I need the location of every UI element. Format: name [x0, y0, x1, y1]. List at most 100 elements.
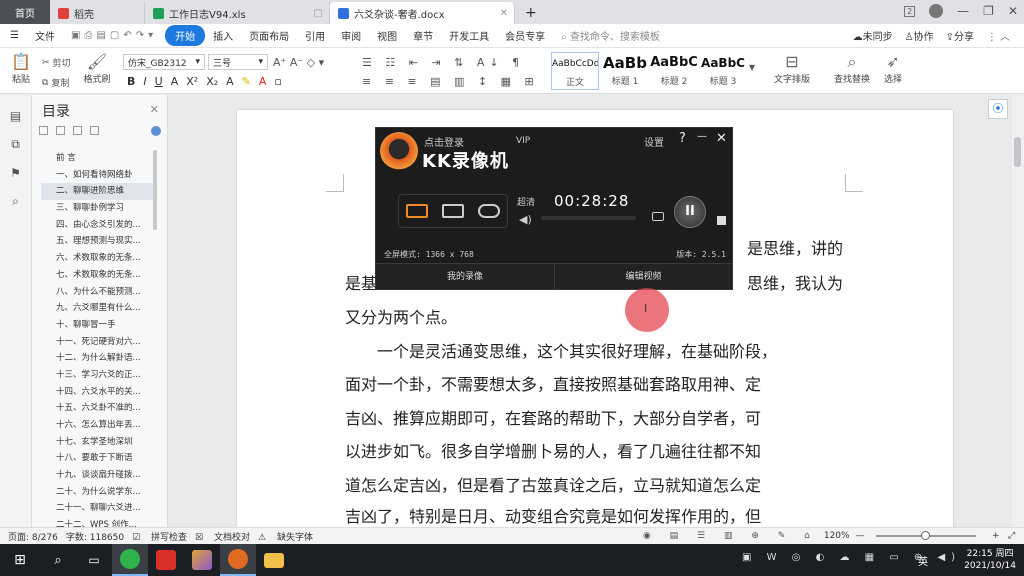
location-pin-icon[interactable]: ⦿	[988, 99, 1008, 119]
select-button[interactable]: ➶ 选择	[878, 52, 908, 85]
format-painter-button[interactable]: 🖌 格式刷	[82, 52, 112, 85]
doc-check-button[interactable]: ☒ 文档校对	[195, 530, 250, 543]
toc-item[interactable]: 四、由心念爻引发的...	[41, 217, 153, 234]
toc-item[interactable]: 前 言	[41, 150, 153, 167]
text-layout-button[interactable]: ⊟ 文字排版	[768, 52, 816, 85]
toc-item[interactable]: 十三、学习六爻的正...	[41, 367, 153, 384]
search-command[interactable]: ⌕ 查找命令、搜索模板	[553, 28, 668, 43]
close-icon[interactable]: ✕	[1008, 4, 1018, 18]
tab-daoke[interactable]: 稻壳	[50, 2, 145, 24]
toc-item[interactable]: 三、聊聊卦例学习	[41, 200, 153, 217]
toc-item[interactable]: 六、术数取象的无条...	[41, 250, 153, 267]
window-count-badge[interactable]: 2	[904, 5, 916, 17]
ime-indicator[interactable]: 英	[918, 553, 928, 568]
font-size-select[interactable]: 三号 ▾	[208, 54, 268, 70]
tray-icons[interactable]: ▣ W ◎ ◐ ☁ ▦ ▭ ⊕ ◀)	[742, 552, 961, 563]
menu-member[interactable]: 会员专享	[497, 28, 553, 43]
toc-scrollbar[interactable]	[153, 150, 157, 230]
toc-item[interactable]: 九、六爻哪里有什么...	[41, 300, 153, 317]
superscript-icon[interactable]: X²	[186, 75, 198, 88]
add-icon[interactable]	[73, 126, 82, 135]
scroll-thumb[interactable]	[1014, 137, 1021, 167]
avatar[interactable]	[929, 4, 944, 18]
chapter-icon[interactable]: ⧉	[0, 137, 31, 152]
style-heading-2[interactable]: AaBbC 标题 2	[650, 52, 698, 90]
menu-start[interactable]: 开始	[165, 25, 206, 46]
menu-view[interactable]: 视图	[369, 28, 405, 43]
text-effect-icon[interactable]: A	[226, 75, 234, 88]
toc-item[interactable]: 十一、死记硬背对六...	[41, 334, 153, 351]
toc-settings-icon[interactable]	[151, 126, 161, 136]
menu-review[interactable]: 审阅	[333, 28, 369, 43]
fit-icon[interactable]: ⤢	[1008, 531, 1015, 541]
style-gallery-more[interactable]: ▾	[749, 60, 755, 74]
kk-my-recordings-button[interactable]: 我的录像	[376, 263, 555, 289]
menu-page-layout[interactable]: 页面布局	[241, 28, 297, 43]
style-normal[interactable]: AaBbCcDd 正文	[551, 52, 599, 90]
missing-font-button[interactable]: ⚠ 缺失字体	[258, 530, 313, 543]
toc-item[interactable]: 十九、谈谈扇升碰拨...	[41, 467, 153, 484]
collapse-icon[interactable]	[39, 126, 48, 135]
collab-button[interactable]: ♙协作	[905, 28, 934, 43]
hamburger-icon[interactable]: ☰	[0, 30, 27, 41]
vertical-scrollbar[interactable]	[1012, 95, 1024, 527]
toc-item[interactable]: 十八、要敢于下断语	[41, 450, 153, 467]
kk-stop-button[interactable]	[717, 216, 726, 225]
search-icon[interactable]: ⌕	[40, 544, 76, 576]
toc-item[interactable]: 八、为什么不能预测...	[41, 284, 153, 301]
taskbar-app-green[interactable]	[112, 544, 148, 576]
list-buttons[interactable]: ☰ ☷ ⇤ ⇥ ⇅ A↓ ¶	[362, 56, 524, 69]
clock[interactable]: 22:15 周四 2021/10/14	[964, 548, 1016, 572]
kk-help-icon[interactable]: ?	[679, 131, 686, 146]
toc-item[interactable]: 十七、玄学圣地深圳	[41, 434, 153, 451]
toc-item[interactable]: 十六、怎么算出年丢...	[41, 417, 153, 434]
restore-icon[interactable]: ❐	[983, 4, 994, 18]
font-color-icon[interactable]: A	[259, 75, 267, 88]
underline-icon[interactable]: U	[155, 75, 163, 88]
kk-quality-select[interactable]: 超清	[517, 195, 535, 208]
toc-item[interactable]: 二十一、聊聊六爻进...	[41, 500, 153, 517]
taskbar-app-photo[interactable]	[184, 544, 220, 576]
camera-icon[interactable]	[652, 212, 664, 221]
menu-reference[interactable]: 引用	[297, 28, 333, 43]
kk-close-icon[interactable]: ✕	[716, 131, 727, 146]
style-heading-1[interactable]: AaBb 标题 1	[601, 52, 649, 90]
quick-access-icons[interactable]: ▣⎙▤▢↶↷▾	[63, 30, 165, 41]
zoom-slider-handle[interactable]	[921, 531, 930, 540]
font-name-select[interactable]: 仿宋_GB2312 ▾	[123, 54, 205, 70]
toc-item[interactable]: 十四、六爻水平的关...	[41, 384, 153, 401]
tab-home[interactable]: 首页	[0, 0, 50, 24]
tab-close-icon[interactable]: ✕	[500, 8, 508, 19]
menu-file[interactable]: 文件	[27, 28, 63, 43]
level-up-icon[interactable]	[56, 126, 65, 135]
speaker-icon[interactable]: ◀)	[519, 213, 532, 226]
outline-icon[interactable]: ▤	[0, 109, 31, 123]
new-tab-button[interactable]: +	[515, 2, 547, 24]
task-view-icon[interactable]: ▭	[76, 544, 112, 576]
menu-dev-tools[interactable]: 开发工具	[441, 28, 497, 43]
spell-check-button[interactable]: ☑ 拼写检查	[132, 530, 187, 543]
word-count[interactable]: 字数: 118650	[66, 530, 124, 543]
more-icon[interactable]: ⋮ ︿	[987, 28, 1010, 43]
menu-chapter[interactable]: 章节	[405, 28, 441, 43]
zoom-in-button[interactable]: +	[992, 531, 1000, 541]
remove-icon[interactable]	[90, 126, 99, 135]
tab-liuyao-docx[interactable]: 六爻杂谈-奢者.docx ✕	[330, 2, 515, 24]
sync-button[interactable]: ☁未同步	[853, 28, 893, 43]
taskbar-app-folder[interactable]	[256, 544, 292, 576]
bold-icon[interactable]: B	[127, 75, 135, 88]
page-count[interactable]: 页面: 8/276	[8, 530, 58, 543]
kk-vip-badge[interactable]: VIP	[516, 136, 530, 146]
view-mode-icons[interactable]: ◉ ▤ ☰ ▥ ⊕ ✎ ⌂	[643, 531, 818, 541]
find-replace-button[interactable]: ⌕ 查找替换	[828, 52, 876, 85]
tab-close-icon[interactable]: ▢	[314, 8, 323, 19]
toc-item[interactable]: 十五、六爻卦不准的...	[41, 400, 153, 417]
font-grow-shrink[interactable]: A⁺ A⁻ ◇ ▾	[273, 56, 324, 69]
toc-item[interactable]: 二十、为什么说学东...	[41, 484, 153, 501]
toc-item[interactable]: 十二、为什么解卦语...	[41, 350, 153, 367]
game-mode-icon[interactable]	[478, 204, 500, 218]
toc-item[interactable]: 二、聊聊进阶思维	[41, 183, 153, 201]
subscript-icon[interactable]: X₂	[206, 75, 218, 88]
kk-edit-video-button[interactable]: 编辑视频	[555, 263, 732, 289]
copy-button[interactable]: ⧉ 复制	[42, 76, 69, 90]
